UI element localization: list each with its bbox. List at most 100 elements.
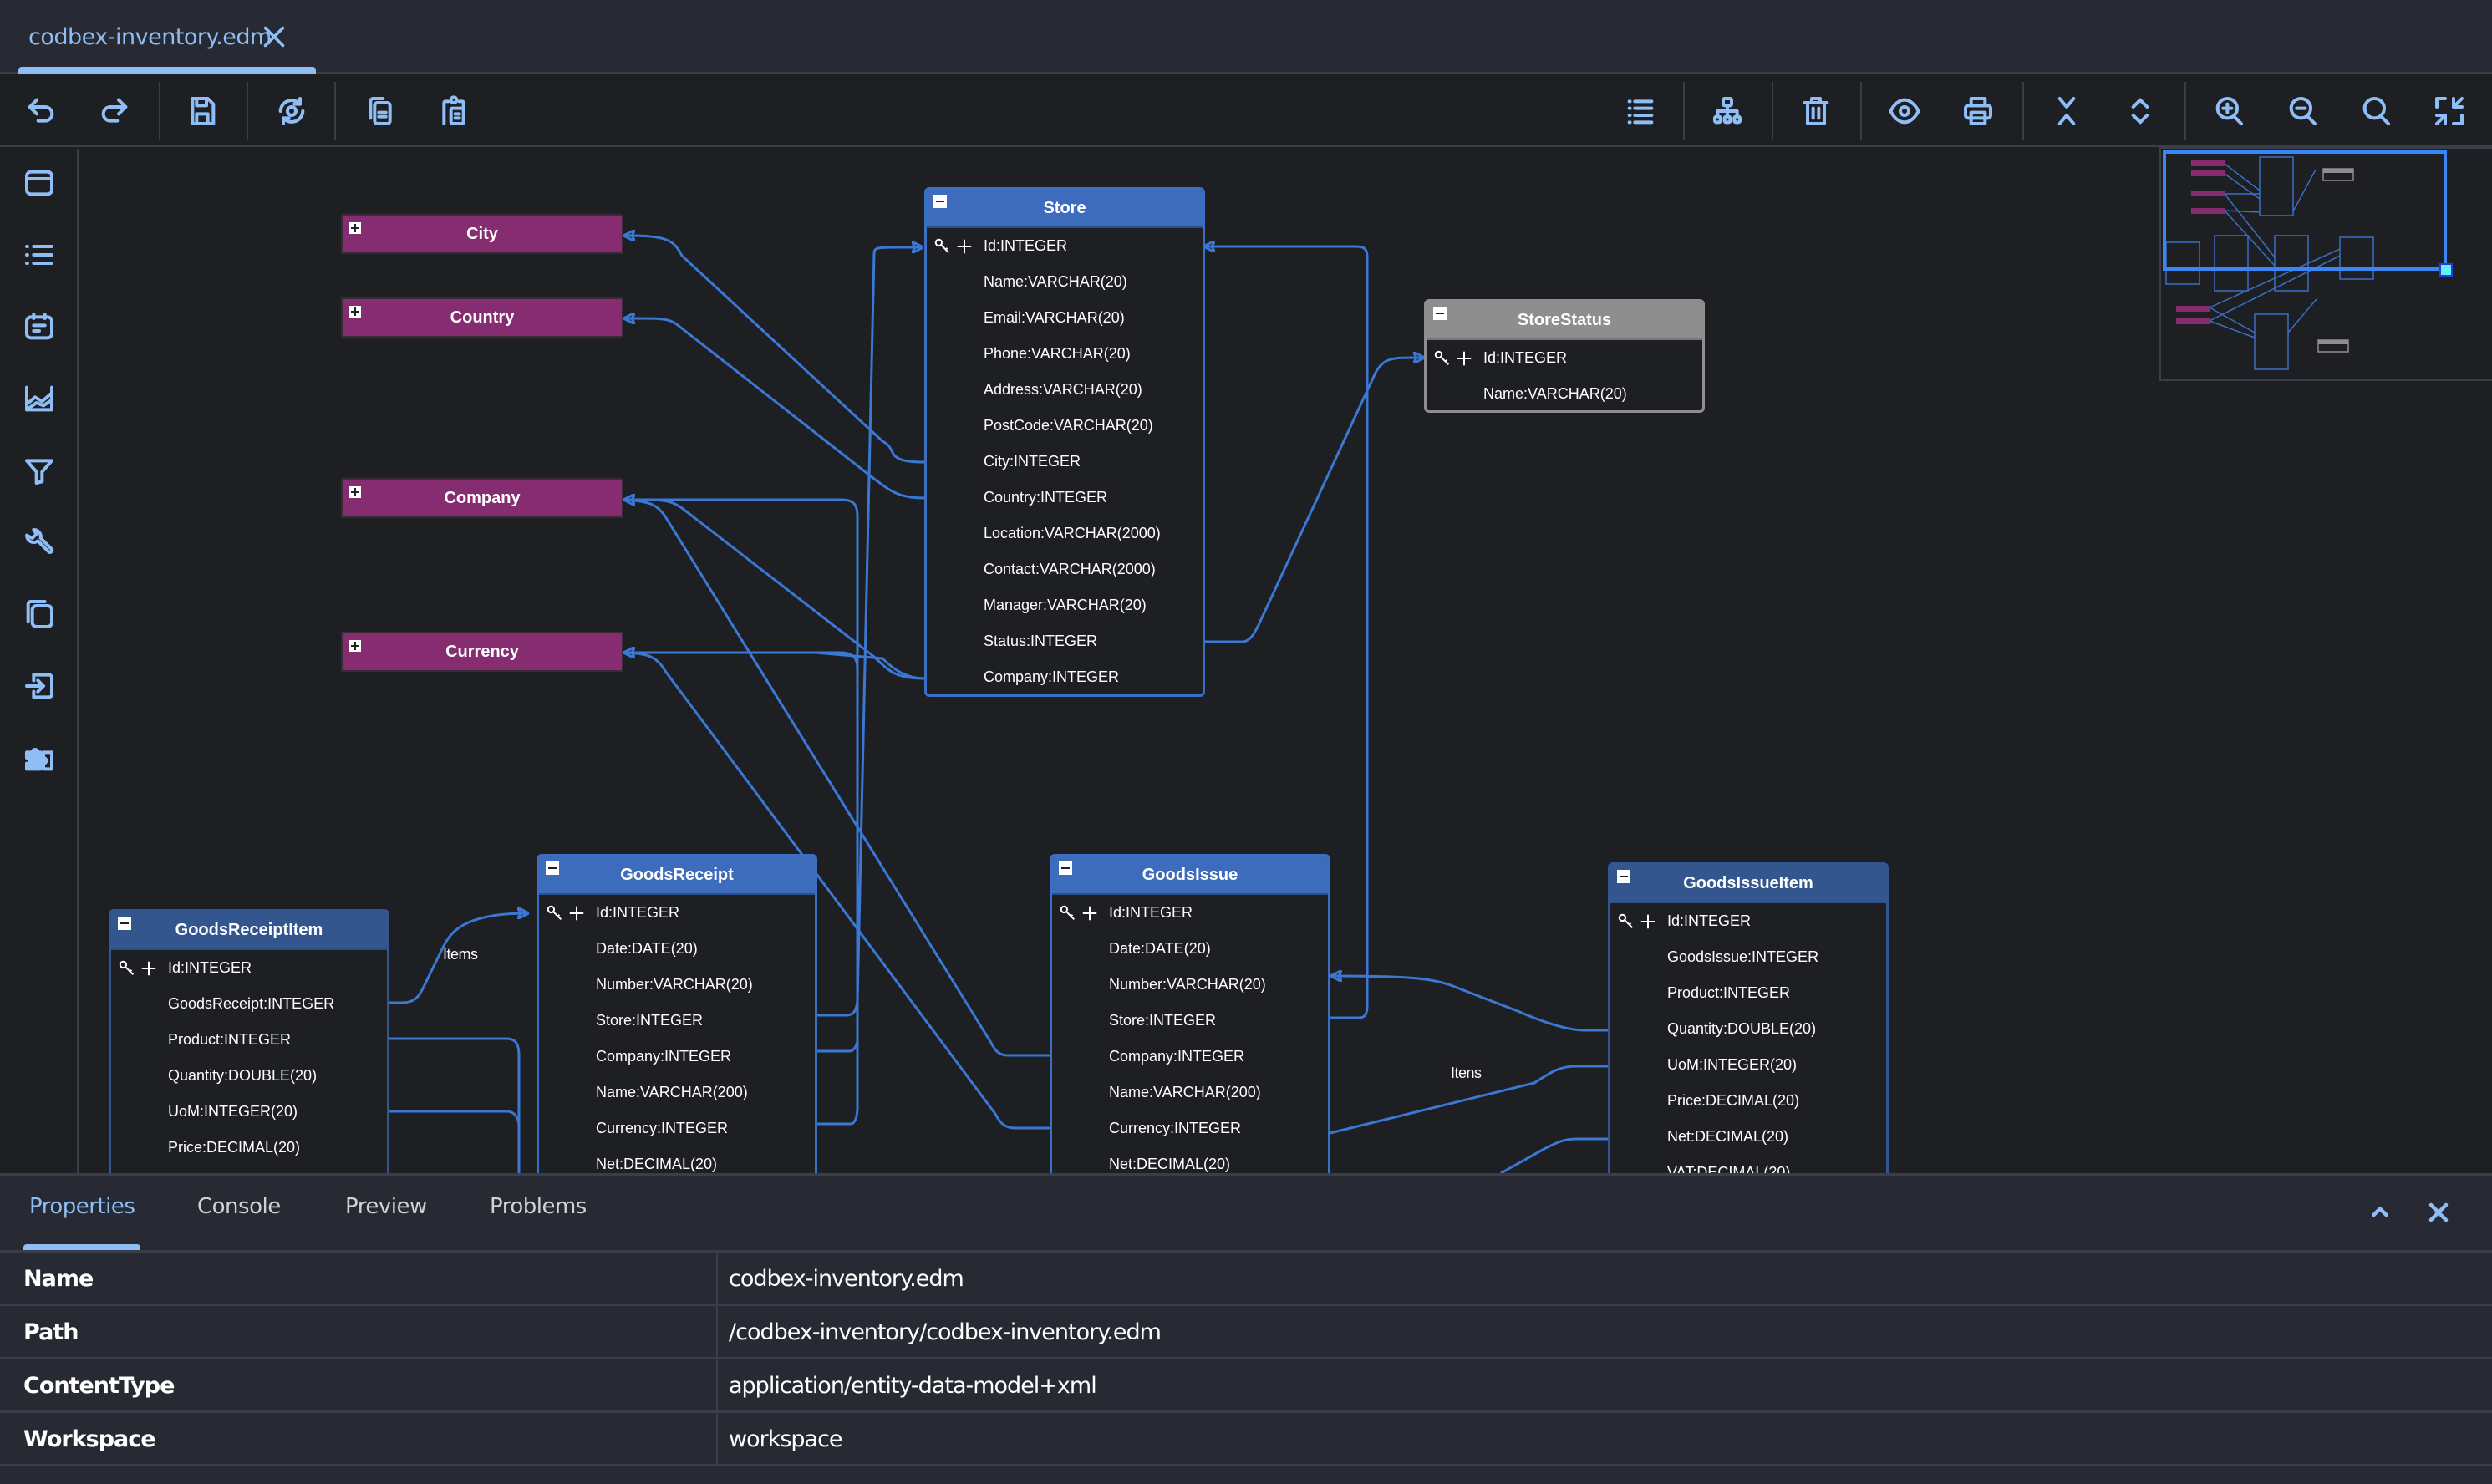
entity-company[interactable]: Company <box>341 478 623 518</box>
entity-property[interactable]: Number:VARCHAR(20) <box>1052 967 1328 1003</box>
print-button[interactable] <box>1955 89 2001 134</box>
entity-property[interactable]: Contact:VARCHAR(2000) <box>927 551 1203 587</box>
expand-toggle[interactable] <box>349 222 361 234</box>
entity-property[interactable]: Phone:VARCHAR(20) <box>927 336 1203 372</box>
undo-button[interactable] <box>18 89 64 134</box>
entity-header[interactable]: GoodsIssue <box>1052 856 1328 895</box>
entity-currency[interactable]: Currency <box>341 632 623 672</box>
rail-filter-button[interactable] <box>18 450 60 491</box>
entity-property[interactable]: Location:VARCHAR(2000) <box>927 516 1203 551</box>
entity-property[interactable]: Product:INTEGER <box>111 1022 387 1058</box>
diagram-canvas[interactable]: City Country Company Currency Store Id:IN… <box>80 149 2492 1173</box>
primary-key-property[interactable]: Id:INTEGER <box>1610 903 1886 939</box>
tab-problems[interactable]: Problems <box>490 1194 587 1227</box>
zoom-in-button[interactable] <box>2206 89 2251 134</box>
tab-properties[interactable]: Properties <box>29 1194 135 1227</box>
entity-header[interactable]: StoreStatus <box>1427 302 1702 340</box>
entity-country[interactable]: Country <box>341 297 623 338</box>
close-panel-button[interactable] <box>2423 1197 2457 1231</box>
entity-header[interactable]: Store <box>927 190 1203 228</box>
entity-property[interactable]: Price:DECIMAL(20) <box>111 1130 387 1166</box>
diagram-minimap[interactable] <box>2159 147 2492 381</box>
tab-preview[interactable]: Preview <box>345 1194 427 1227</box>
zoom-actual-button[interactable] <box>2353 89 2398 134</box>
entity-property[interactable]: Quantity:DOUBLE(20) <box>1610 1011 1886 1047</box>
collapse-toggle[interactable] <box>1059 861 1072 875</box>
maximize-panel-button[interactable] <box>2365 1197 2398 1231</box>
entity-property[interactable]: GoodsIssue:INTEGER <box>1610 939 1886 975</box>
primary-key-property[interactable]: Id:INTEGER <box>927 228 1203 264</box>
entity-property[interactable]: Net:DECIMAL(20) <box>539 1146 815 1173</box>
rail-settings-button[interactable] <box>18 521 60 563</box>
redo-button[interactable] <box>92 89 137 134</box>
entity-property[interactable]: Email:VARCHAR(20) <box>927 300 1203 336</box>
entity-property[interactable]: UoM:INTEGER(20) <box>1610 1047 1886 1083</box>
preview-button[interactable] <box>1882 89 1927 134</box>
entity-property[interactable]: Name:VARCHAR(200) <box>539 1075 815 1110</box>
entity-property[interactable]: Status:INTEGER <box>927 623 1203 659</box>
primary-key-property[interactable]: Id:INTEGER <box>111 950 387 986</box>
paste-button[interactable] <box>431 89 476 134</box>
entity-header[interactable]: GoodsIssueItem <box>1610 865 1886 903</box>
fit-button[interactable] <box>2427 89 2472 134</box>
rail-calendar-button[interactable] <box>18 306 60 348</box>
entity-header[interactable]: GoodsReceiptItem <box>111 912 387 950</box>
regenerate-button[interactable] <box>269 89 314 134</box>
collapse-toggle[interactable] <box>1433 307 1447 320</box>
entity-property[interactable]: Name:VARCHAR(20) <box>1427 376 1702 410</box>
entity-property[interactable]: GoodsReceipt:INTEGER <box>111 986 387 1022</box>
entity-header[interactable]: GoodsReceipt <box>539 856 815 895</box>
entity-property[interactable]: Name:VARCHAR(20) <box>927 264 1203 300</box>
rail-entity-button[interactable] <box>18 162 60 204</box>
primary-key-property[interactable]: Id:INTEGER <box>1427 340 1702 376</box>
rail-import-button[interactable] <box>18 665 60 707</box>
tab-console[interactable]: Console <box>197 1194 281 1227</box>
entity-property[interactable]: Product:INTEGER <box>1610 975 1886 1011</box>
entity-property[interactable]: Quantity:DOUBLE(20) <box>111 1058 387 1094</box>
entity-goodsissue[interactable]: GoodsIssue Id:INTEGER Date:DATE(20) Number:… <box>1050 854 1330 1173</box>
close-icon[interactable] <box>259 22 289 52</box>
save-button[interactable] <box>180 89 225 134</box>
entity-store[interactable]: Store Id:INTEGER Name:VARCHAR(20) Email:VAR… <box>924 187 1205 697</box>
entity-goodsissueitem[interactable]: GoodsIssueItem Id:INTEGER GoodsIssue:INTEG… <box>1608 862 1889 1173</box>
entity-property[interactable]: Address:VARCHAR(20) <box>927 372 1203 408</box>
collapse-toggle[interactable] <box>1617 870 1630 883</box>
rail-copy-button[interactable] <box>18 593 60 635</box>
entity-property[interactable]: Company:INTEGER <box>1052 1039 1328 1075</box>
entity-property[interactable]: Number:VARCHAR(20) <box>539 967 815 1003</box>
entity-property[interactable]: Country:INTEGER <box>927 480 1203 516</box>
entity-property[interactable]: Currency:INTEGER <box>1052 1110 1328 1146</box>
hierarchy-button[interactable] <box>1705 89 1750 134</box>
entity-property[interactable]: Date:DATE(20) <box>1052 931 1328 967</box>
entity-storestatus[interactable]: StoreStatus Id:INTEGER Name:VARCHAR(20) <box>1424 299 1705 413</box>
expand-all-button[interactable] <box>2118 89 2163 134</box>
entity-property[interactable]: Store:INTEGER <box>1052 1003 1328 1039</box>
entity-property[interactable]: Store:INTEGER <box>539 1003 815 1039</box>
collapse-all-button[interactable] <box>2044 89 2089 134</box>
primary-key-property[interactable]: Id:INTEGER <box>539 895 815 931</box>
entity-property[interactable]: Price:DECIMAL(20) <box>1610 1083 1886 1119</box>
entity-property[interactable]: Company:INTEGER <box>539 1039 815 1075</box>
entity-property[interactable]: VAT:DECIMAL(20) <box>1610 1155 1886 1173</box>
entity-property[interactable]: Date:DATE(20) <box>539 931 815 967</box>
entity-property[interactable]: UoM:INTEGER(20) <box>111 1094 387 1130</box>
copy-button[interactable] <box>358 89 403 134</box>
rail-extensions-button[interactable] <box>18 737 60 779</box>
rail-chart-button[interactable] <box>18 378 60 419</box>
entity-city[interactable]: City <box>341 214 623 254</box>
zoom-out-button[interactable] <box>2280 89 2325 134</box>
entity-property[interactable]: Name:VARCHAR(200) <box>1052 1075 1328 1110</box>
collapse-toggle[interactable] <box>933 195 947 208</box>
entity-property[interactable]: Manager:VARCHAR(20) <box>927 587 1203 623</box>
expand-toggle[interactable] <box>349 640 361 652</box>
entity-goodsreceipt[interactable]: GoodsReceipt Id:INTEGER Date:DATE(20) Numbe… <box>537 854 817 1173</box>
entity-property[interactable]: Currency:INTEGER <box>539 1110 815 1146</box>
entity-property[interactable]: Company:INTEGER <box>927 659 1203 694</box>
entity-property[interactable]: City:INTEGER <box>927 444 1203 480</box>
collapse-toggle[interactable] <box>546 861 559 875</box>
expand-toggle[interactable] <box>349 306 361 318</box>
delete-button[interactable] <box>1793 89 1838 134</box>
minimap-resize-handle[interactable] <box>2439 263 2453 277</box>
properties-list-button[interactable] <box>1618 89 1663 134</box>
expand-toggle[interactable] <box>349 486 361 498</box>
